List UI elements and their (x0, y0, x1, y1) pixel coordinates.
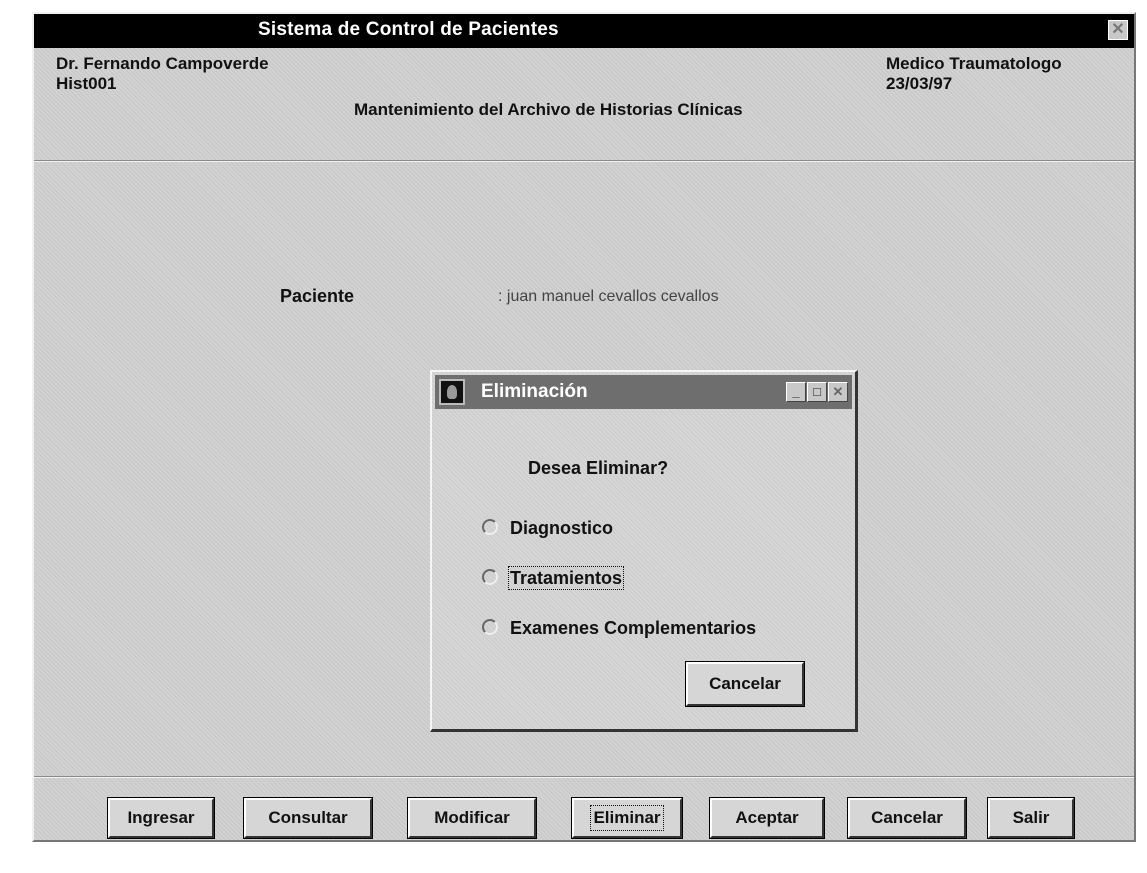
consultar-button[interactable]: Consultar (243, 797, 373, 839)
dialog-question: Desea Eliminar? (528, 458, 669, 478)
maximize-icon: □ (813, 384, 821, 399)
window-close-button[interactable]: ✕ (1108, 20, 1128, 40)
dialog-title: Eliminación (481, 381, 588, 402)
button-label: Cancelar (871, 808, 943, 827)
dialog-minimize-button[interactable]: _ (786, 382, 806, 402)
close-icon: ✕ (832, 384, 844, 399)
button-label: Cancelar (709, 674, 781, 693)
window-titlebar: Sistema de Control de Pacientes ✕ (34, 14, 1134, 48)
footer-divider (34, 776, 1134, 778)
close-icon: ✕ (1111, 21, 1125, 38)
delete-dialog: Eliminación _ □ ✕ Desea Eliminar? Diagno… (430, 370, 858, 732)
button-label: Salir (1012, 808, 1050, 827)
button-label: Aceptar (735, 808, 799, 827)
app-icon[interactable] (439, 379, 465, 405)
cancelar-button[interactable]: Cancelar (847, 797, 967, 839)
header-divider (34, 160, 1134, 162)
header-date: 23/03/97 (886, 74, 953, 93)
window-title: Sistema de Control de Pacientes (258, 19, 559, 40)
patient-label: Paciente (280, 286, 355, 306)
screen-subtitle: Mantenimiento del Archivo de Historias C… (354, 100, 743, 119)
minimize-icon: _ (792, 384, 800, 399)
button-label: Modificar (434, 808, 510, 827)
radio-button[interactable] (482, 619, 498, 635)
doctor-specialty: Medico Traumatologo (886, 54, 1062, 73)
record-code: Hist001 (56, 74, 117, 93)
radio-label: Examenes Complementarios (510, 618, 757, 638)
dialog-cancel-button[interactable]: Cancelar (685, 661, 805, 707)
doctor-name: Dr. Fernando Campoverde (56, 54, 269, 73)
radio-label: Diagnostico (510, 518, 614, 538)
radio-option-tratamientos[interactable]: Tratamientos (482, 566, 625, 590)
salir-button[interactable]: Salir (987, 797, 1075, 839)
dialog-maximize-button[interactable]: □ (807, 382, 827, 402)
main-window: Sistema de Control de Pacientes ✕ Dr. Fe… (32, 12, 1136, 842)
ingresar-button[interactable]: Ingresar (107, 797, 215, 839)
radio-button[interactable] (482, 569, 498, 585)
patient-name-value: : juan manuel cevallos cevallos (498, 288, 719, 305)
button-label: Ingresar (127, 808, 195, 827)
radio-option-examenes[interactable]: Examenes Complementarios (482, 618, 756, 639)
dialog-close-button[interactable]: ✕ (828, 382, 848, 402)
dialog-titlebar: Eliminación _ □ ✕ (435, 375, 852, 409)
modificar-button[interactable]: Modificar (407, 797, 537, 839)
aceptar-button[interactable]: Aceptar (709, 797, 825, 839)
eliminar-button[interactable]: Eliminar (571, 797, 683, 839)
button-label: Consultar (268, 808, 348, 827)
radio-button[interactable] (482, 519, 498, 535)
radio-label: Tratamientos (507, 566, 625, 590)
radio-option-diagnostico[interactable]: Diagnostico (482, 518, 613, 539)
button-label: Eliminar (590, 805, 664, 831)
